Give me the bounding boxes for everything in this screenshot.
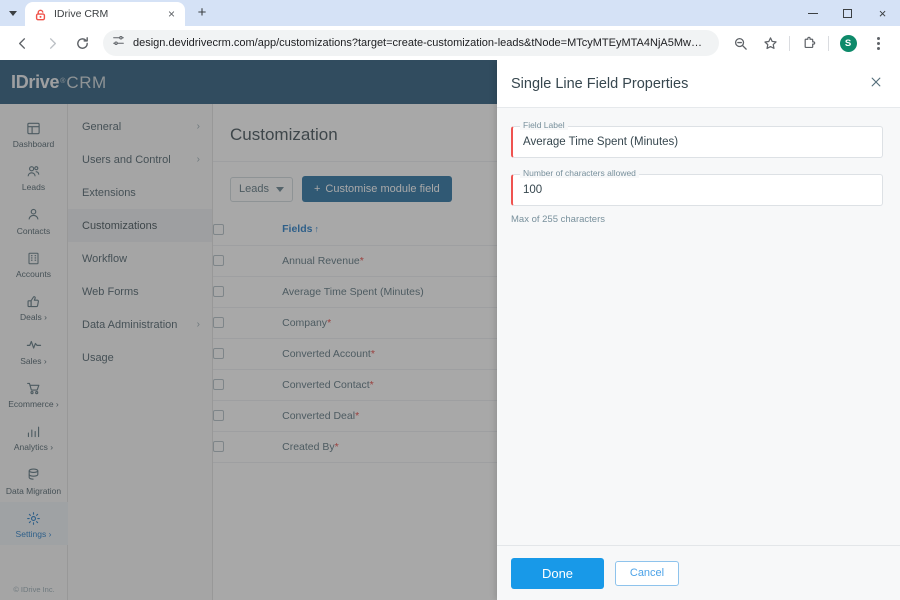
- characters-allowed-group: 100 Number of characters allowed: [511, 168, 883, 206]
- site-settings-icon[interactable]: [112, 34, 125, 52]
- characters-allowed-input[interactable]: 100: [511, 174, 883, 206]
- chevron-down-icon: [8, 10, 17, 16]
- window-close-button[interactable]: ×: [865, 0, 900, 26]
- panel-header: Single Line Field Properties: [497, 60, 900, 108]
- browser-tab[interactable]: IDrive CRM ×: [25, 2, 185, 26]
- profile-initial: S: [839, 34, 857, 52]
- window-controls: ×: [795, 0, 900, 26]
- panel-footer: Done Cancel: [497, 545, 900, 600]
- new-tab-button[interactable]: +: [189, 0, 215, 25]
- address-bar[interactable]: design.devidrivecrm.com/app/customizatio…: [103, 30, 719, 56]
- field-label-input[interactable]: Average Time Spent (Minutes): [511, 126, 883, 158]
- characters-allowed-legend: Number of characters allowed: [520, 168, 639, 178]
- back-icon[interactable]: [8, 29, 36, 57]
- forward-icon[interactable]: [38, 29, 66, 57]
- cancel-button[interactable]: Cancel: [615, 560, 679, 586]
- tab-strip: IDrive CRM × + ×: [0, 0, 900, 26]
- close-icon[interactable]: [869, 75, 883, 92]
- url-text: design.devidrivecrm.com/app/customizatio…: [133, 37, 710, 49]
- tab-search-button[interactable]: [0, 0, 25, 26]
- field-label-value: Average Time Spent (Minutes): [523, 136, 679, 148]
- idrive-lock-icon: [34, 8, 47, 21]
- page-viewport: IDriv e ® CRM Dashboard Leads Contacts A…: [0, 60, 900, 600]
- modal-overlay[interactable]: [0, 60, 497, 600]
- browser-window: IDrive CRM × + × design.devidrivecrm.com…: [0, 0, 900, 600]
- field-label-legend: Field Label: [520, 120, 568, 130]
- characters-allowed-value: 100: [523, 184, 543, 196]
- field-properties-panel: Single Line Field Properties Average Tim…: [497, 60, 900, 600]
- max-characters-hint: Max of 255 characters: [511, 214, 605, 225]
- browser-toolbar: design.devidrivecrm.com/app/customizatio…: [0, 26, 900, 60]
- panel-body: Average Time Spent (Minutes) Field Label…: [497, 108, 900, 545]
- field-label-group: Average Time Spent (Minutes) Field Label: [511, 120, 883, 158]
- panel-title: Single Line Field Properties: [511, 75, 689, 92]
- toolbar-divider: [789, 35, 790, 51]
- close-icon[interactable]: ×: [164, 7, 179, 22]
- kebab-menu-icon[interactable]: [864, 29, 892, 57]
- tab-title: IDrive CRM: [54, 8, 109, 20]
- maximize-button[interactable]: [830, 0, 865, 26]
- reload-icon[interactable]: [68, 29, 96, 57]
- star-icon[interactable]: [756, 29, 784, 57]
- zoom-out-icon[interactable]: [726, 29, 754, 57]
- avatar[interactable]: S: [834, 29, 862, 57]
- minimize-button[interactable]: [795, 0, 830, 26]
- toolbar-divider-2: [828, 35, 829, 51]
- done-button-base[interactable]: Done: [511, 557, 604, 589]
- extensions-puzzle-icon[interactable]: [795, 29, 823, 57]
